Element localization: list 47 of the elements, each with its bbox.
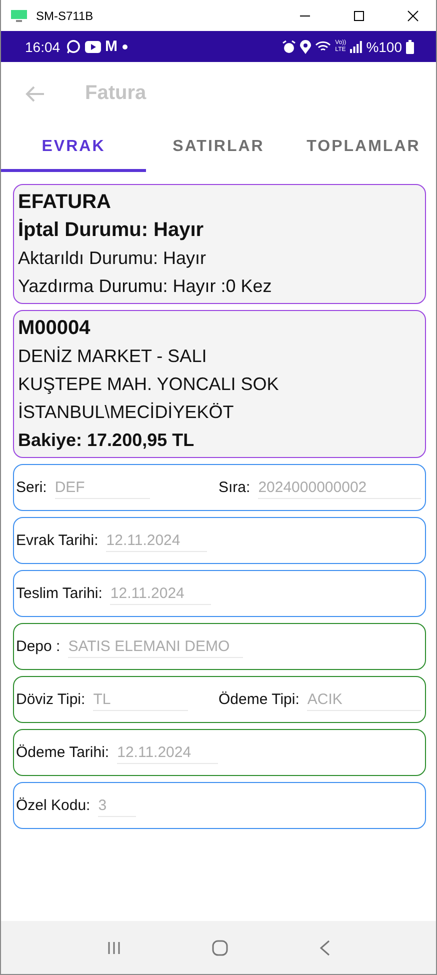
card-text: Yazdırma Durumu: Hayır :0 Kez bbox=[18, 275, 273, 298]
card-text: KUŞTEPE MAH. YONCALI SOK bbox=[18, 373, 280, 396]
android-monitor-icon bbox=[10, 8, 28, 22]
card-heading: İptal Durumu: Hayır bbox=[18, 218, 205, 243]
app-letter: M bbox=[105, 38, 118, 55]
page-title: Fatura bbox=[85, 82, 146, 105]
field-label: Sıra: bbox=[218, 479, 250, 496]
input-field[interactable]: SATIS ELEMANI DEMO bbox=[68, 636, 244, 658]
card-heading: EFATURA bbox=[18, 190, 112, 215]
field-label: Depo : bbox=[16, 638, 60, 655]
field-label: Ödeme Tipi: bbox=[218, 691, 300, 708]
window-title: SM-S711B bbox=[36, 8, 94, 22]
back-arrow-icon bbox=[25, 84, 45, 102]
back-icon bbox=[318, 938, 332, 956]
clock-time: 16:04 bbox=[25, 38, 60, 54]
signal-icon bbox=[350, 40, 362, 52]
field-label: Seri: bbox=[16, 479, 47, 496]
card-text: Aktarıldı Durumu: Hayır bbox=[18, 247, 208, 270]
field-label: Teslim Tarihi: bbox=[16, 585, 102, 602]
battery-percent: %100 bbox=[366, 38, 402, 54]
field-label: Evrak Tarihi: bbox=[16, 532, 98, 549]
battery-icon bbox=[406, 40, 414, 54]
maximize-icon bbox=[353, 10, 365, 22]
recent-apps-icon bbox=[106, 940, 122, 956]
field-label: Döviz Tipi: bbox=[16, 691, 86, 708]
play-icon bbox=[85, 40, 102, 52]
card-text: İSTANBUL\MECİDİYEKÖT bbox=[18, 401, 235, 424]
input-field[interactable]: 2024000000002 bbox=[258, 476, 421, 498]
alarm-icon bbox=[282, 40, 296, 54]
card-text: DENİZ MARKET - SALI bbox=[18, 345, 208, 368]
input-field[interactable]: 12.11.2024 bbox=[106, 530, 207, 552]
field-label: Ödeme Tarihi: bbox=[16, 744, 110, 761]
balance-text: Bakiye: 17.200,95 TL bbox=[18, 429, 196, 452]
input-field[interactable]: 12.11.2024 bbox=[110, 582, 211, 604]
card-heading: M00004 bbox=[18, 316, 92, 341]
chat-bubble-icon bbox=[66, 39, 82, 54]
location-icon bbox=[300, 40, 312, 54]
input-field[interactable]: TL bbox=[93, 688, 188, 710]
close-icon bbox=[407, 10, 419, 22]
home-icon bbox=[210, 938, 228, 956]
wifi-icon bbox=[315, 40, 332, 53]
input-field[interactable]: 3 bbox=[98, 794, 136, 816]
input-field[interactable]: ACIK bbox=[307, 688, 421, 710]
input-field[interactable]: 12.11.2024 bbox=[117, 742, 218, 764]
input-field[interactable]: DEF bbox=[54, 476, 150, 498]
field-label: Özel Kodu: bbox=[16, 797, 90, 814]
dot-icon bbox=[122, 44, 128, 50]
